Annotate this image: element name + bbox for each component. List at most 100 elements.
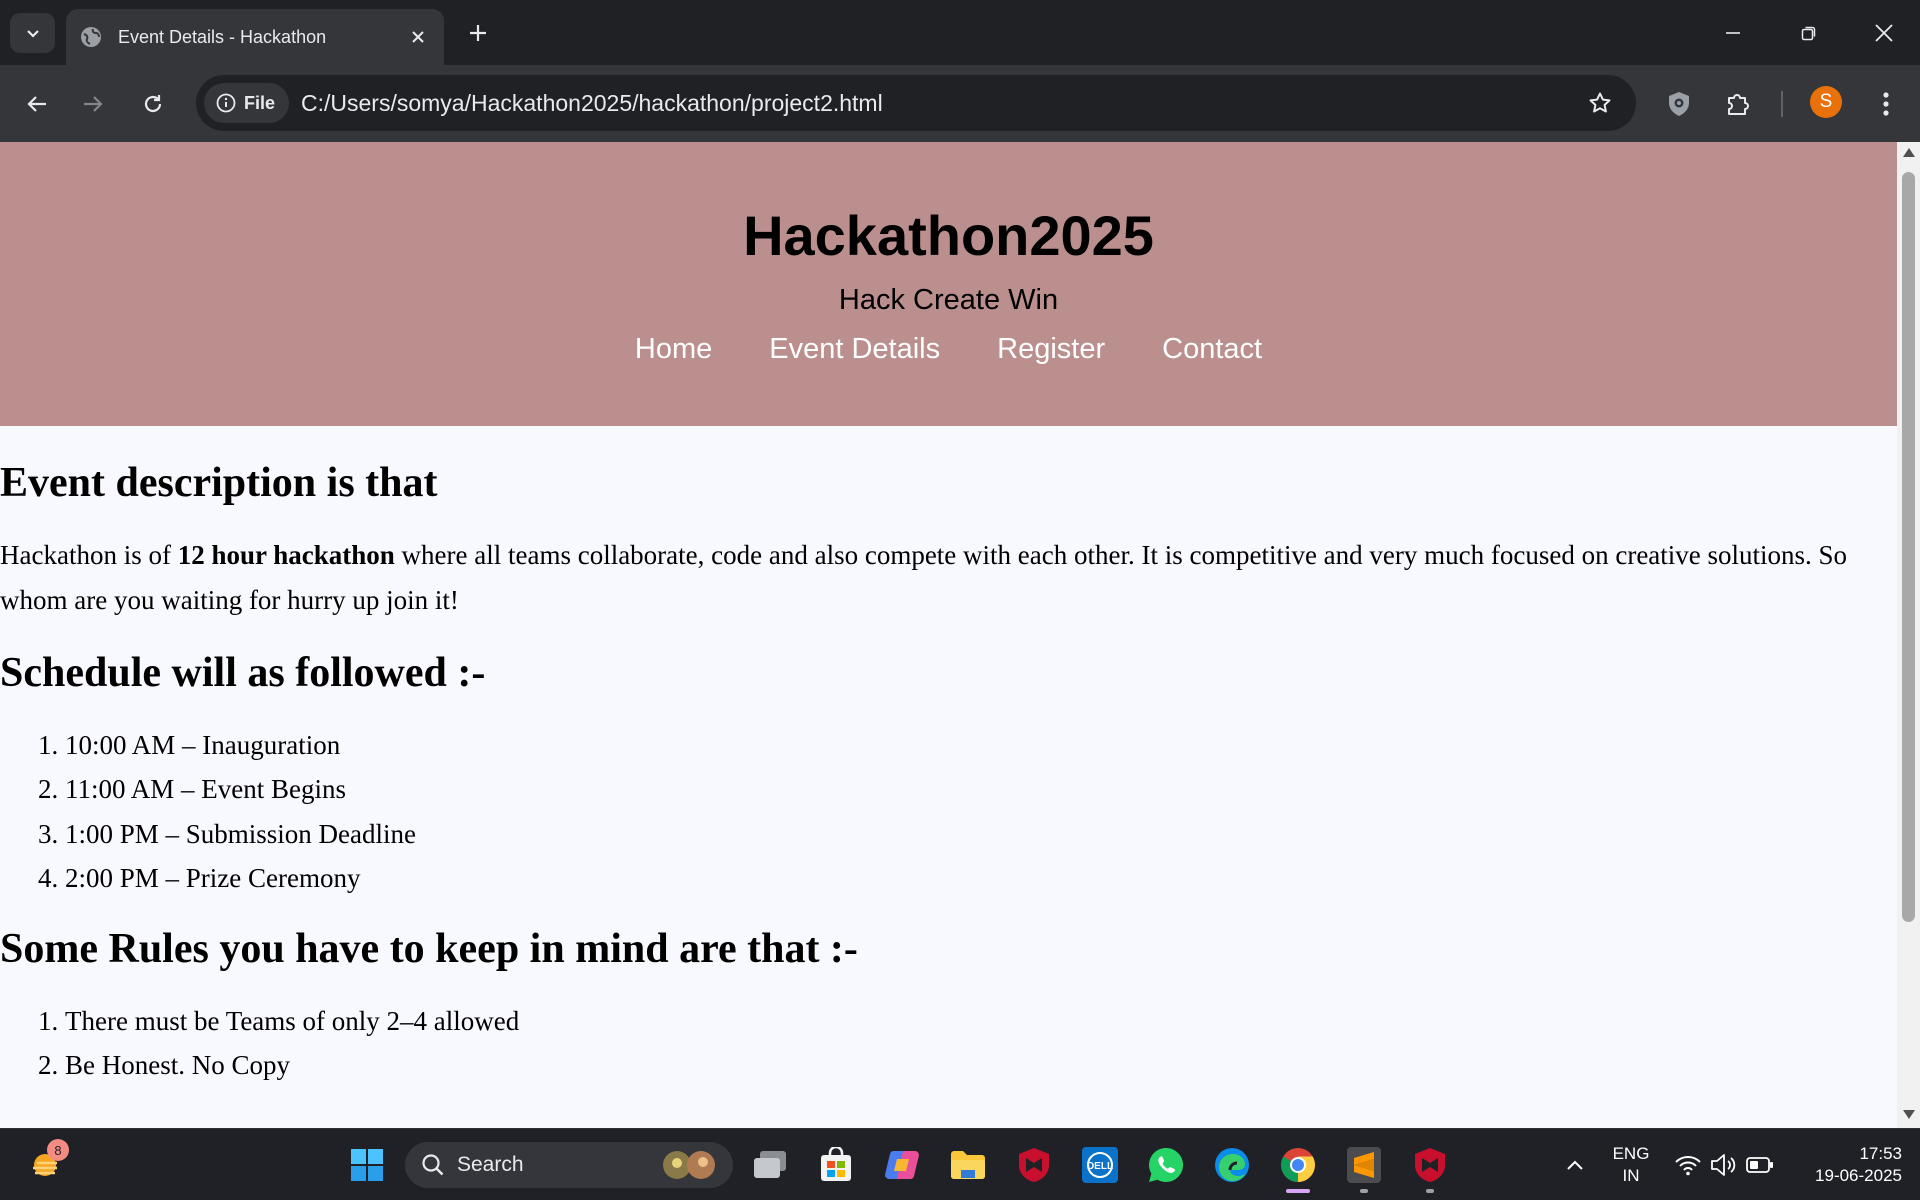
restore-icon bbox=[1801, 26, 1816, 41]
windows-taskbar: 8 Search DELL ENG IN 17:53 19-06-2025 bbox=[0, 1128, 1920, 1200]
edge-button[interactable] bbox=[1210, 1143, 1254, 1187]
site-header: Hackathon2025 Hack Create Win Home Event… bbox=[0, 142, 1897, 426]
widgets-badge: 8 bbox=[47, 1139, 69, 1161]
nav-link-contact[interactable]: Contact bbox=[1162, 333, 1262, 366]
dell-button[interactable]: DELL bbox=[1078, 1143, 1122, 1187]
puzzle-icon bbox=[1728, 94, 1749, 115]
schedule-heading: Schedule will as followed :- bbox=[0, 650, 486, 697]
clock-date: 19-06-2025 bbox=[1815, 1166, 1902, 1185]
copilot-icon bbox=[885, 1151, 919, 1179]
tab-search-button[interactable] bbox=[10, 13, 55, 53]
site-info-chip[interactable]: File bbox=[204, 83, 290, 123]
site-nav: Home Event Details Register Contact bbox=[0, 333, 1897, 366]
svg-text:DELL: DELL bbox=[1087, 1161, 1113, 1172]
taskbar-search[interactable]: Search bbox=[405, 1142, 733, 1188]
whatsapp-icon bbox=[1149, 1148, 1184, 1182]
nav-link-home[interactable]: Home bbox=[635, 333, 712, 366]
page-scrollbar[interactable] bbox=[1897, 142, 1920, 1128]
schedule-list: 10:00 AM – Inauguration 11:00 AM – Event… bbox=[0, 723, 1897, 901]
nav-link-register[interactable]: Register bbox=[997, 333, 1105, 366]
description-heading: Event description is that bbox=[0, 460, 438, 506]
scroll-up-arrow[interactable] bbox=[1903, 148, 1915, 157]
address-bar[interactable]: File C:/Users/somya/Hackathon2025/hackat… bbox=[196, 75, 1636, 131]
wifi-icon bbox=[1675, 1156, 1701, 1176]
windows-logo-icon bbox=[351, 1149, 383, 1181]
bookmark-star-icon[interactable] bbox=[1580, 83, 1620, 123]
mcafee-app-button[interactable] bbox=[1408, 1143, 1452, 1187]
chrome-taskbar-button[interactable] bbox=[1276, 1143, 1320, 1187]
reload-icon bbox=[144, 95, 162, 113]
store-icon bbox=[821, 1147, 851, 1181]
rules-list: There must be Teams of only 2–4 allowed … bbox=[0, 999, 1897, 1088]
file-explorer-button[interactable] bbox=[946, 1143, 990, 1187]
chevron-down-icon bbox=[26, 30, 39, 38]
description-paragraph: Hackathon is of 12 hour hackathon where … bbox=[0, 533, 1897, 623]
window-close-button[interactable] bbox=[1861, 12, 1907, 54]
description-bold: 12 hour hackathon bbox=[177, 540, 395, 571]
list-item: 11:00 AM – Event Begins bbox=[65, 767, 1897, 812]
clock[interactable]: 17:53 19-06-2025 bbox=[1786, 1143, 1902, 1187]
new-tab-button[interactable] bbox=[462, 17, 494, 49]
task-view-icon bbox=[754, 1151, 786, 1178]
browser-tab-bar: Event Details - Hackathon bbox=[0, 0, 1920, 65]
dell-icon: DELL bbox=[1082, 1147, 1118, 1183]
url-text[interactable]: C:/Users/somya/Hackathon2025/hackathon/p… bbox=[301, 90, 1580, 117]
mcafee-shield-icon bbox=[1019, 1148, 1049, 1182]
scheme-label: File bbox=[244, 92, 276, 113]
start-button[interactable] bbox=[345, 1143, 389, 1187]
folder-icon bbox=[951, 1151, 985, 1179]
rules-heading: Some Rules you have to keep in mind are … bbox=[0, 925, 858, 972]
scroll-down-arrow[interactable] bbox=[1903, 1110, 1915, 1119]
back-button[interactable] bbox=[17, 84, 57, 124]
extensions-button[interactable] bbox=[1718, 84, 1758, 124]
minimize-icon bbox=[1726, 32, 1740, 34]
scroll-thumb[interactable] bbox=[1902, 172, 1915, 922]
microsoft-store-button[interactable] bbox=[814, 1143, 858, 1187]
whatsapp-button[interactable] bbox=[1144, 1143, 1188, 1187]
search-icon bbox=[422, 1154, 444, 1176]
tray-overflow-button[interactable] bbox=[1553, 1143, 1597, 1187]
copilot-button[interactable] bbox=[880, 1143, 924, 1187]
speaker-icon bbox=[1711, 1154, 1736, 1176]
close-icon[interactable] bbox=[406, 25, 430, 49]
mcafee-button[interactable] bbox=[1012, 1143, 1056, 1187]
language-indicator[interactable]: ENG IN bbox=[1604, 1143, 1658, 1187]
nav-link-event-details[interactable]: Event Details bbox=[769, 333, 940, 366]
list-item: There must be Teams of only 2–4 allowed bbox=[65, 999, 1897, 1044]
battery-icon bbox=[1746, 1157, 1773, 1173]
tab-title: Event Details - Hackathon bbox=[118, 26, 327, 47]
profile-avatar[interactable]: S bbox=[1810, 86, 1842, 118]
task-view-button[interactable] bbox=[748, 1143, 792, 1187]
page-viewport: Hackathon2025 Hack Create Win Home Event… bbox=[0, 142, 1897, 1128]
minimize-button[interactable] bbox=[1710, 12, 1756, 54]
more-vert-icon bbox=[1883, 92, 1889, 116]
forward-button[interactable] bbox=[73, 84, 113, 124]
battery-status[interactable] bbox=[1738, 1143, 1782, 1187]
toolbar-separator bbox=[1781, 91, 1783, 117]
browser-toolbar: File C:/Users/somya/Hackathon2025/hackat… bbox=[0, 65, 1920, 142]
region-code: IN bbox=[1622, 1166, 1640, 1185]
search-placeholder: Search bbox=[457, 1153, 524, 1176]
description-text-start: Hackathon is of bbox=[0, 540, 178, 571]
restore-button[interactable] bbox=[1786, 12, 1832, 54]
shield-extension-button[interactable] bbox=[1659, 84, 1699, 124]
arrow-left-icon bbox=[27, 96, 46, 112]
search-highlight-icon bbox=[663, 1151, 715, 1179]
sublime-icon bbox=[1347, 1147, 1381, 1183]
chrome-menu-button[interactable] bbox=[1866, 84, 1906, 124]
globe-icon bbox=[80, 26, 102, 48]
plus-icon bbox=[470, 25, 486, 41]
sublime-indicator bbox=[1360, 1189, 1368, 1193]
language-code: ENG bbox=[1612, 1144, 1650, 1163]
sublime-text-button[interactable] bbox=[1342, 1143, 1386, 1187]
arrow-right-icon bbox=[84, 96, 103, 112]
shield-icon bbox=[1669, 92, 1689, 116]
reload-button[interactable] bbox=[133, 84, 173, 124]
list-item: 1:00 PM – Submission Deadline bbox=[65, 812, 1897, 857]
chrome-icon bbox=[1281, 1148, 1315, 1182]
list-item: 2:00 PM – Prize Ceremony bbox=[65, 856, 1897, 901]
active-tab[interactable]: Event Details - Hackathon bbox=[66, 9, 444, 65]
mcafee-app-icon bbox=[1415, 1148, 1445, 1182]
list-item: 10:00 AM – Inauguration bbox=[65, 723, 1897, 768]
site-title: Hackathon2025 bbox=[743, 204, 1154, 267]
